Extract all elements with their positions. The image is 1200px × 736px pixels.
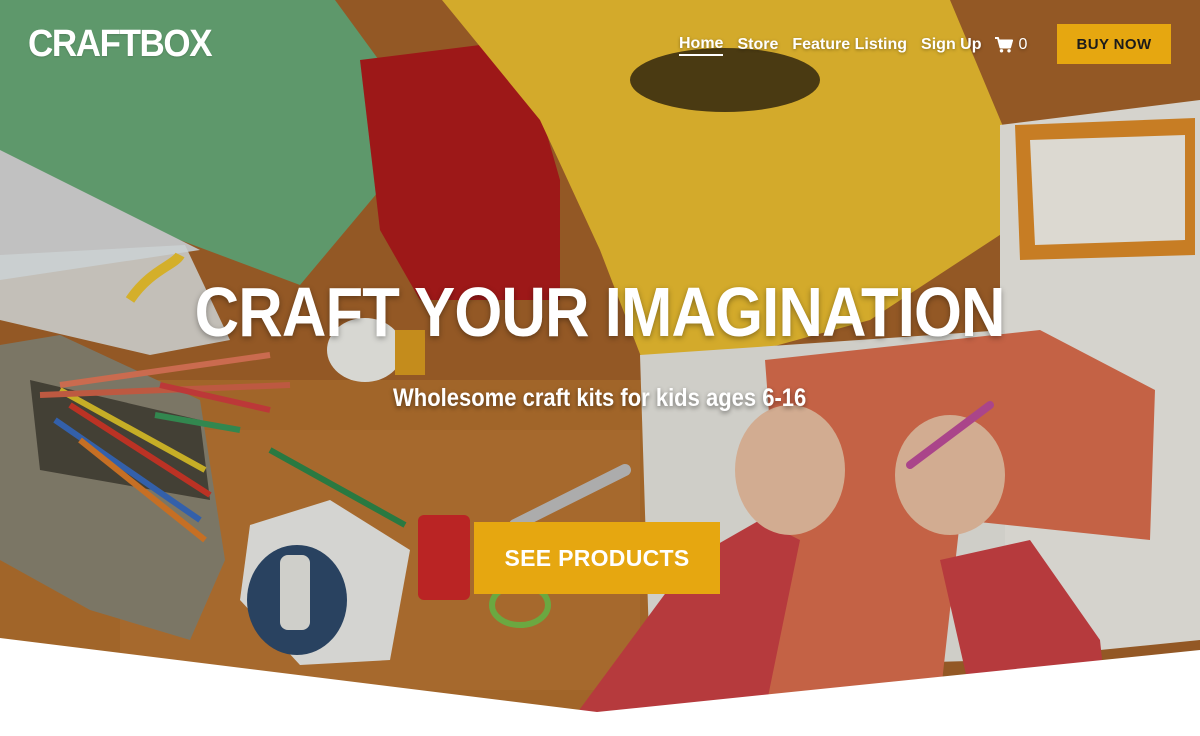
nav-item-store[interactable]: Store <box>737 36 778 54</box>
site-logo[interactable]: CRAFTBOX <box>28 23 213 66</box>
site-header: CRAFTBOX Home Store Feature Listing Sign… <box>0 0 1200 90</box>
cart-link[interactable]: 0 <box>995 36 1027 54</box>
hero-section: CRAFTBOX Home Store Feature Listing Sign… <box>0 0 1200 736</box>
section-divider <box>0 638 1200 736</box>
buy-now-button[interactable]: BUY NOW <box>1057 24 1171 64</box>
hero-subtitle: Wholesome craft kits for kids ages 6-16 <box>393 384 807 412</box>
see-products-button[interactable]: SEE PRODUCTS <box>474 522 720 594</box>
shopping-cart-icon <box>995 37 1014 53</box>
hero-title: CRAFT YOUR IMAGINATION <box>194 273 1006 351</box>
nav-item-sign-up[interactable]: Sign Up <box>921 36 981 54</box>
nav-item-feature-listing[interactable]: Feature Listing <box>792 36 907 54</box>
nav-item-home[interactable]: Home <box>679 35 724 56</box>
main-nav: Home Store Feature Listing Sign Up 0 <box>679 34 1027 56</box>
cart-count: 0 <box>1018 36 1028 53</box>
